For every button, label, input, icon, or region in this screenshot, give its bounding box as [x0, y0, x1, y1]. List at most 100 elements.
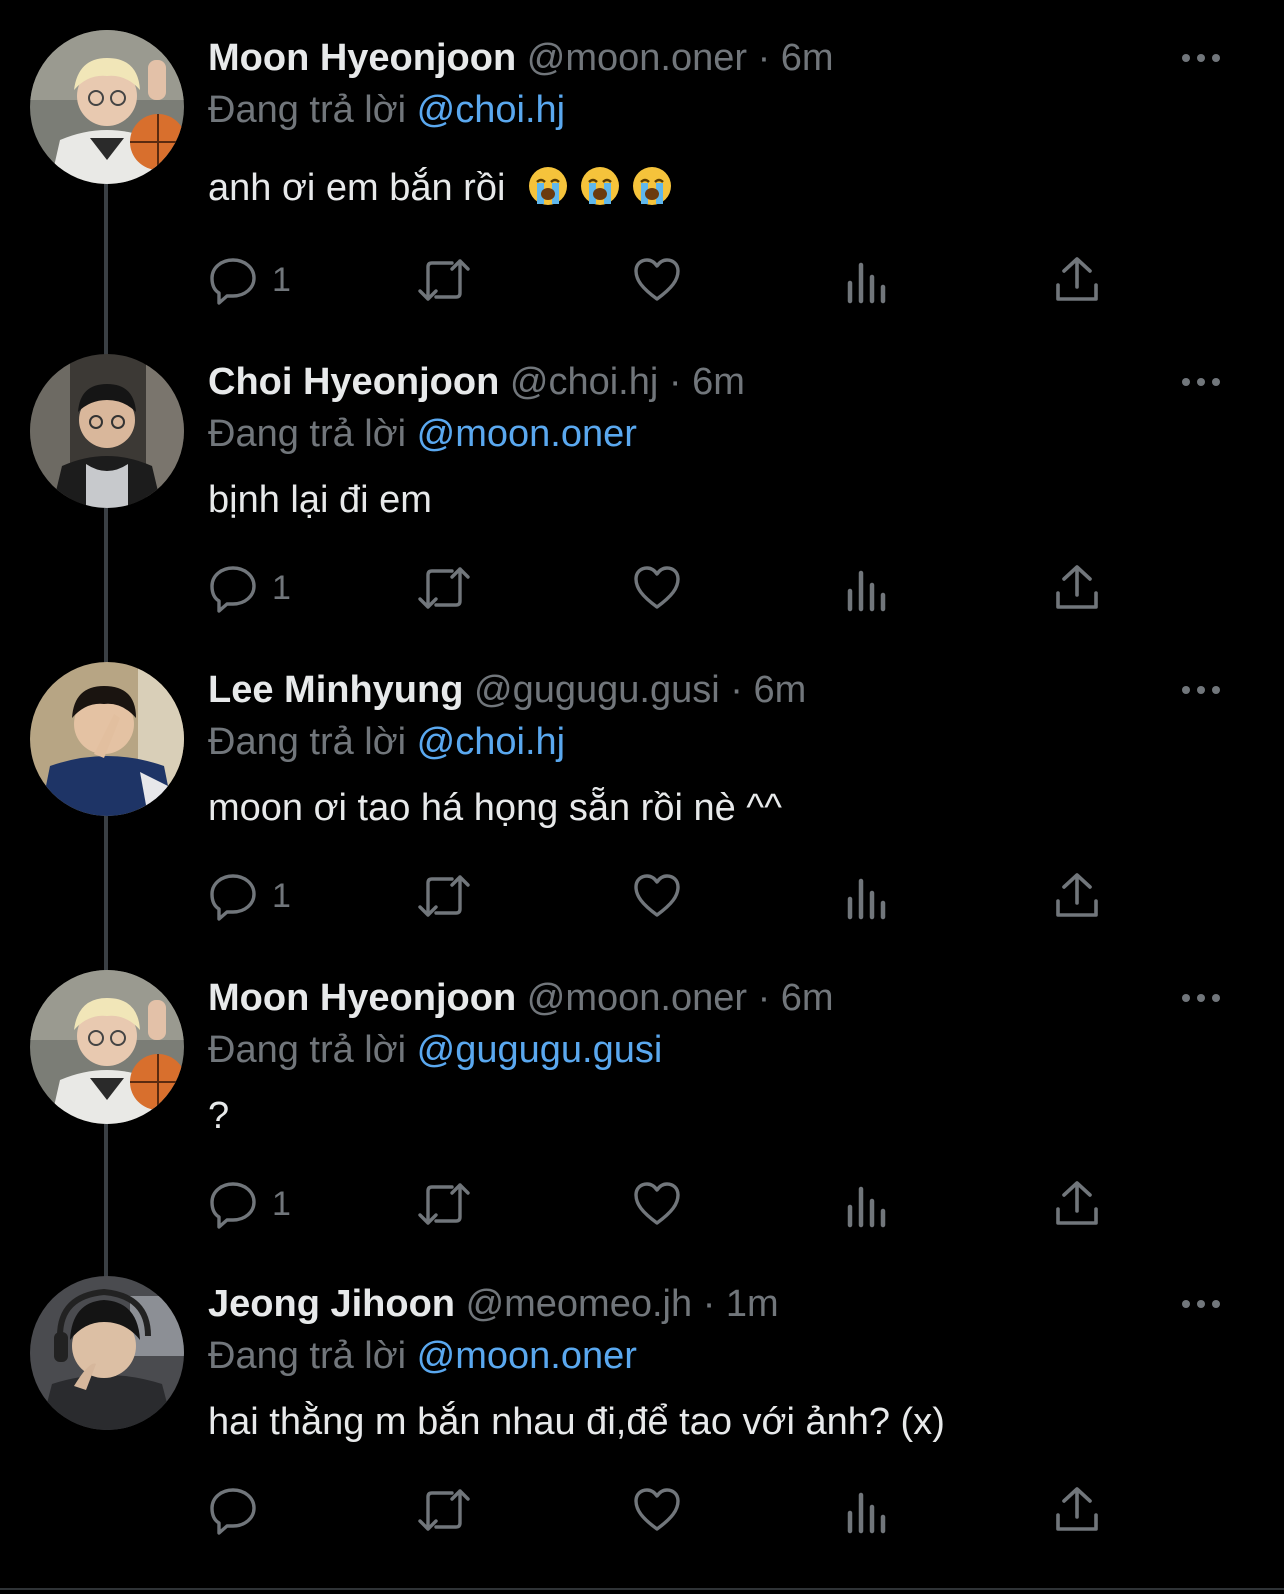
- share-button[interactable]: [1054, 1174, 1100, 1234]
- share-icon: [1056, 565, 1098, 609]
- replying-to-handle[interactable]: @moon.oner: [417, 413, 637, 455]
- replying-to: Đang trả lời @choi.hj: [208, 82, 565, 138]
- more-horizontal-icon[interactable]: [1180, 988, 1222, 1008]
- user-handle[interactable]: @gugugu.gusi: [474, 669, 720, 711]
- retweet-button[interactable]: [416, 1480, 472, 1540]
- share-button[interactable]: [1054, 250, 1100, 310]
- like-button[interactable]: [632, 558, 682, 618]
- separator-dot: ·: [668, 361, 682, 403]
- replying-to: Đang trả lời @choi.hj: [208, 714, 565, 770]
- display-name[interactable]: Jeong Jihoon: [208, 1283, 455, 1325]
- reply-thread: Moon Hyeonjoon @moon.oner · 6m Đang trả …: [0, 0, 1284, 1594]
- reply-count: 1: [272, 876, 291, 915]
- bar-chart-icon: [847, 1186, 886, 1228]
- like-button[interactable]: [632, 1480, 682, 1540]
- retweet-button[interactable]: [416, 558, 472, 618]
- retweet-icon: [418, 1183, 470, 1225]
- avatar[interactable]: [30, 970, 184, 1124]
- more-horizontal-icon[interactable]: [1180, 680, 1222, 700]
- display-name[interactable]: Moon Hyeonjoon: [208, 977, 516, 1019]
- reply-button[interactable]: 1: [208, 866, 291, 926]
- thread-connector: [104, 816, 108, 972]
- replying-to: Đang trả lời @gugugu.gusi: [208, 1022, 662, 1078]
- timestamp[interactable]: 6m: [753, 669, 806, 711]
- display-name[interactable]: Moon Hyeonjoon: [208, 37, 516, 79]
- share-button[interactable]: [1054, 1480, 1100, 1540]
- tweet-text: ?: [208, 1088, 229, 1144]
- timestamp[interactable]: 1m: [726, 1283, 779, 1325]
- reply-count: 1: [272, 260, 291, 299]
- reply-button[interactable]: 1: [208, 1174, 291, 1234]
- tweet-header: Choi Hyeonjoon @choi.hj · 6m: [208, 354, 745, 410]
- replying-to-handle[interactable]: @choi.hj: [417, 721, 565, 763]
- more-horizontal-icon[interactable]: [1180, 372, 1222, 392]
- retweet-button[interactable]: [416, 866, 472, 926]
- retweet-icon: [418, 259, 470, 301]
- timestamp[interactable]: 6m: [781, 977, 834, 1019]
- display-name[interactable]: Choi Hyeonjoon: [208, 361, 499, 403]
- avatar[interactable]: [30, 662, 184, 816]
- replying-to-handle[interactable]: @gugugu.gusi: [417, 1029, 663, 1071]
- tweet-header: Lee Minhyung @gugugu.gusi · 6m: [208, 662, 806, 718]
- retweet-icon: [418, 1489, 470, 1531]
- separator-dot: ·: [702, 1283, 716, 1325]
- tweet-actions: 1: [208, 1174, 1128, 1234]
- tweet-header: Jeong Jihoon @meomeo.jh · 1m: [208, 1276, 779, 1332]
- tweet-actions: 1: [208, 250, 1128, 310]
- user-handle[interactable]: @choi.hj: [510, 361, 658, 403]
- display-name[interactable]: Lee Minhyung: [208, 669, 463, 711]
- user-handle[interactable]: @moon.oner: [527, 977, 747, 1019]
- share-icon: [1056, 1181, 1098, 1225]
- tweet-actions: 1: [208, 866, 1128, 926]
- avatar[interactable]: [30, 30, 184, 184]
- more-horizontal-icon[interactable]: [1180, 48, 1222, 68]
- reply-count: 1: [272, 1184, 291, 1223]
- retweet-button[interactable]: [416, 1174, 472, 1234]
- heart-icon: [634, 1488, 680, 1531]
- timestamp[interactable]: 6m: [692, 361, 745, 403]
- views-button[interactable]: [846, 866, 890, 926]
- views-button[interactable]: [846, 1480, 890, 1540]
- heart-icon: [634, 1182, 680, 1225]
- separator-dot: ·: [757, 37, 771, 79]
- replying-to-label: Đang trả lời: [208, 413, 407, 455]
- reply-button[interactable]: 1: [208, 250, 291, 310]
- views-button[interactable]: [846, 558, 890, 618]
- reply-bubble-icon: [210, 874, 256, 921]
- reply-button[interactable]: [208, 1480, 272, 1540]
- avatar[interactable]: [30, 354, 184, 508]
- share-button[interactable]: [1054, 866, 1100, 926]
- tweet-actions: [208, 1480, 1128, 1540]
- views-button[interactable]: [846, 1174, 890, 1234]
- user-handle[interactable]: @meomeo.jh: [466, 1283, 693, 1325]
- heart-icon: [634, 566, 680, 609]
- share-button[interactable]: [1054, 558, 1100, 618]
- separator-dot: ·: [730, 669, 743, 711]
- bar-chart-icon: [847, 1492, 886, 1534]
- user-handle[interactable]: @moon.oner: [527, 37, 747, 79]
- more-horizontal-icon[interactable]: [1180, 1294, 1222, 1314]
- like-button[interactable]: [632, 866, 682, 926]
- like-button[interactable]: [632, 250, 682, 310]
- views-button[interactable]: [846, 250, 890, 310]
- avatar[interactable]: [30, 1276, 184, 1430]
- reply-count: 1: [272, 568, 291, 607]
- reply-bubble-icon: [210, 566, 256, 613]
- like-button[interactable]: [632, 1174, 682, 1234]
- replying-to-label: Đang trả lời: [208, 1029, 407, 1071]
- replying-to-handle[interactable]: @choi.hj: [417, 89, 565, 131]
- thread-connector: [104, 184, 108, 356]
- divider: [0, 1588, 1284, 1590]
- bar-chart-icon: [847, 570, 886, 612]
- bar-chart-icon: [847, 262, 886, 304]
- replying-to-label: Đang trả lời: [208, 1335, 407, 1377]
- reply-button[interactable]: 1: [208, 558, 291, 618]
- replying-to-handle[interactable]: @moon.oner: [417, 1335, 637, 1377]
- replying-to-label: Đang trả lời: [208, 721, 407, 763]
- bar-chart-icon: [847, 878, 886, 920]
- share-icon: [1056, 1487, 1098, 1531]
- reply-bubble-icon: [210, 1488, 256, 1535]
- share-icon: [1056, 257, 1098, 301]
- timestamp[interactable]: 6m: [781, 37, 834, 79]
- retweet-button[interactable]: [416, 250, 472, 310]
